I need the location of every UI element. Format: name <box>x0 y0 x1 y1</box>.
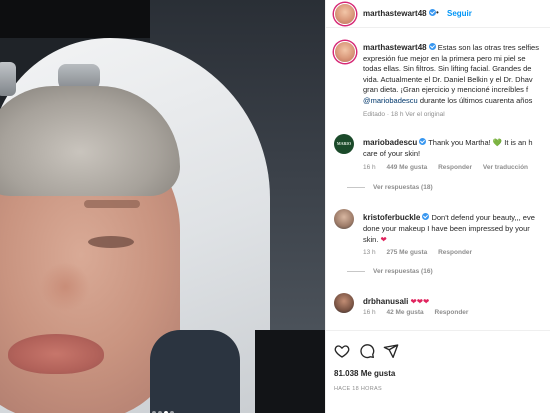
caption-line: vida. Actualmente el Dr. Daniel Belkin y… <box>363 74 533 84</box>
verified-icon <box>422 213 430 221</box>
comment-text: kristoferbuckle Don't defend your beauty… <box>363 213 535 244</box>
caption-line: gran dieta. ¡Gran ejercicio y mencioné i… <box>363 85 529 94</box>
follow-button[interactable]: Seguir <box>447 9 472 18</box>
comment-item: MARIO BADESCU mariobadescu Thank you Mar… <box>326 134 550 194</box>
post-caption: marthastewart48 Estas son las otras tres… <box>326 40 550 120</box>
reply-button[interactable]: Responder <box>438 249 472 256</box>
verified-icon <box>428 9 436 17</box>
author-username-header[interactable]: marthastewart48 <box>363 9 436 18</box>
commenter-username[interactable]: mariobadescu <box>363 138 427 147</box>
image-lips <box>8 334 104 374</box>
commenter-username[interactable]: drbhanusali <box>363 297 408 306</box>
header-separator: • <box>436 8 439 17</box>
comment-meta: 16 h 449 Me gusta Responder Ver traducci… <box>363 164 537 171</box>
carousel-dots[interactable] <box>0 402 325 413</box>
comment-time: 16 h <box>363 309 376 316</box>
caption-author-username[interactable]: marthastewart48 <box>363 43 436 52</box>
comment-likes[interactable]: 275 Me gusta <box>386 249 427 256</box>
image-eye <box>88 236 134 248</box>
author-avatar[interactable] <box>334 3 356 25</box>
post-image[interactable] <box>0 0 325 413</box>
commenter-avatar[interactable] <box>334 209 354 229</box>
image-chair <box>255 330 325 413</box>
comment-likes[interactable]: 42 Me gusta <box>386 309 423 316</box>
comment-icon[interactable] <box>359 343 375 359</box>
commenter-avatar[interactable] <box>334 293 354 313</box>
comment-text: mariobadescu Thank you Martha! 💚 It is a… <box>363 138 533 158</box>
view-replies-button[interactable]: Ver respuestas (16) <box>373 268 433 275</box>
reply-button[interactable]: Responder <box>435 309 469 316</box>
verified-icon <box>428 43 436 51</box>
red-heart-emoji: ❤ <box>380 235 387 244</box>
post-timestamp: HACE 18 HORAS <box>334 386 382 392</box>
likes-count[interactable]: 81.038 Me gusta <box>334 369 395 378</box>
post-details-panel: marthastewart48 • Seguir marthastewart48… <box>325 0 550 413</box>
comment-meta: 13 h 275 Me gusta Responder <box>363 249 481 256</box>
red-hearts-emoji: ❤❤❤ <box>410 297 430 306</box>
caption-meta[interactable]: Editado · 18 h Ver el original <box>363 111 445 118</box>
caption-line: expresión fue mejor en la primera pero m… <box>363 53 526 63</box>
image-nose <box>40 262 90 312</box>
caption-line: durante los últimos cuarenta años <box>417 95 533 105</box>
reply-button[interactable]: Responder <box>438 164 472 171</box>
comment-time: 16 h <box>363 164 376 171</box>
comment-time: 13 h <box>363 249 376 256</box>
caption-author-avatar[interactable] <box>334 41 356 63</box>
post-header: marthastewart48 • Seguir <box>326 0 550 28</box>
caption-line: Estas son las otras tres selfies <box>437 43 539 52</box>
share-icon[interactable] <box>383 343 399 359</box>
image-cape <box>150 330 240 413</box>
image-faucet-left <box>0 62 16 96</box>
translate-button[interactable]: Ver traducción <box>483 164 528 171</box>
green-heart-emoji: 💚 <box>492 138 503 147</box>
commenter-username[interactable]: kristoferbuckle <box>363 213 430 222</box>
caption-text: marthastewart48 Estas son las otras tres… <box>363 43 550 106</box>
verified-icon <box>419 138 427 146</box>
comment-likes[interactable]: 449 Me gusta <box>386 164 427 171</box>
caption-mention-link[interactable]: @mariobadescu <box>363 96 418 105</box>
caption-line: todas ellas. Sin filtros. Sin lifting fa… <box>363 64 532 73</box>
comment-item: kristoferbuckle Don't defend your beauty… <box>326 209 550 275</box>
comment-meta: 16 h 42 Me gusta Responder <box>363 309 477 316</box>
heart-icon[interactable] <box>334 343 350 359</box>
image-brow <box>84 200 140 208</box>
post-actions: 81.038 Me gusta HACE 18 HORAS <box>326 330 550 413</box>
comment-text: drbhanusali ❤❤❤ <box>363 296 550 307</box>
commenter-avatar[interactable]: MARIO BADESCU <box>334 134 354 154</box>
view-replies-button[interactable]: Ver respuestas (18) <box>373 184 433 191</box>
